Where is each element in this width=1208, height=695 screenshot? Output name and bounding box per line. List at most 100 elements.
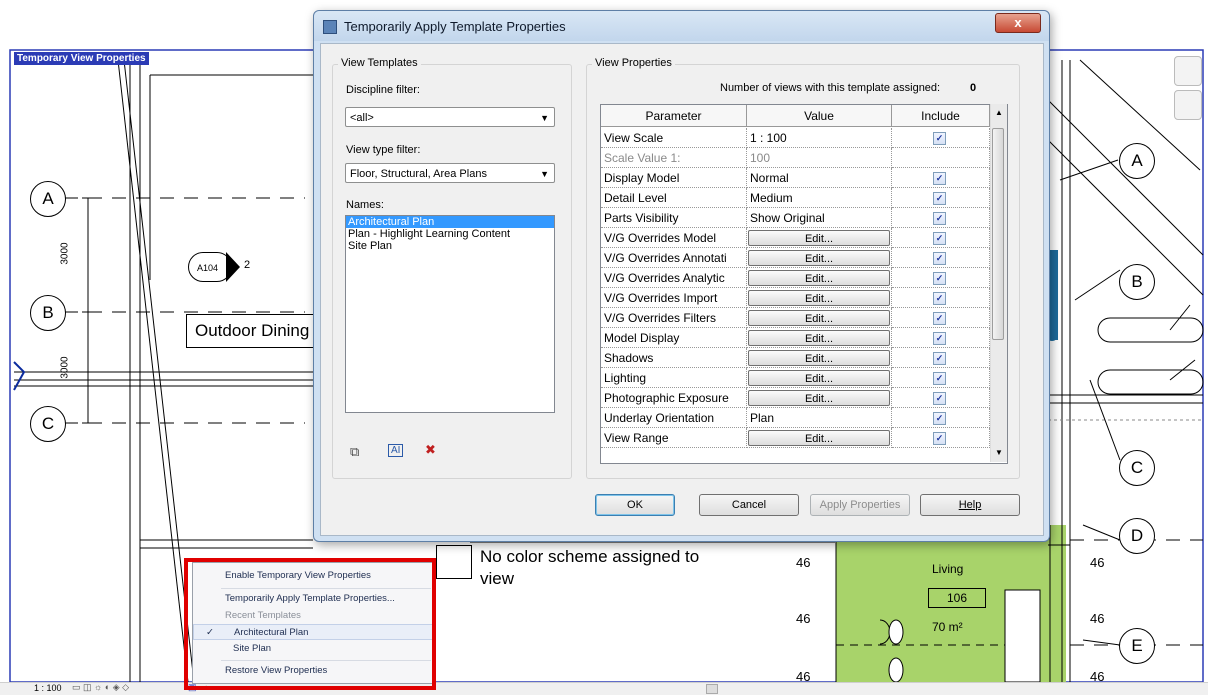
table-cell-value[interactable]: Plan: [747, 408, 892, 428]
hex-tag-4[interactable]: 46: [1090, 555, 1104, 570]
include-checkbox[interactable]: ✓: [933, 252, 946, 265]
edit-button[interactable]: Edit...: [748, 310, 890, 326]
hex-tag-1[interactable]: 46: [796, 555, 810, 570]
table-cell-parameter: Detail Level: [601, 188, 747, 208]
menu-item-recent-architectural[interactable]: ✓ Architectural Plan: [193, 624, 433, 640]
edit-button[interactable]: Edit...: [748, 230, 890, 246]
color-fill-legend-box[interactable]: [436, 545, 472, 579]
help-button[interactable]: Help: [920, 494, 1020, 516]
list-item-plan-highlight[interactable]: Plan - Highlight Learning Content: [346, 228, 554, 240]
dimension-text-1[interactable]: 3000: [60, 242, 71, 264]
table-cell-parameter: V/G Overrides Import: [601, 288, 747, 308]
grid-bubble-right-2[interactable]: B: [1119, 264, 1155, 300]
view-type-filter-select[interactable]: Floor, Structural, Area Plans ▼: [345, 163, 555, 183]
table-cell-parameter: View Range: [601, 428, 747, 448]
menu-header-recent: Recent Templates: [225, 610, 301, 621]
table-cell-parameter: Underlay Orientation: [601, 408, 747, 428]
table-cell-parameter: V/G Overrides Filters: [601, 308, 747, 328]
discipline-filter-select[interactable]: <all> ▼: [345, 107, 555, 127]
column-header-include[interactable]: Include: [892, 105, 990, 127]
menu-separator: [221, 660, 431, 661]
table-cell-include: [892, 148, 990, 168]
room-number[interactable]: 106: [928, 588, 986, 608]
menu-separator: [221, 588, 431, 589]
menu-item-restore[interactable]: Restore View Properties: [193, 663, 433, 679]
edit-button[interactable]: Edit...: [748, 250, 890, 266]
grid-bubble-left-1[interactable]: A: [30, 181, 66, 217]
navigation-bar[interactable]: [1174, 56, 1202, 120]
include-checkbox[interactable]: ✓: [933, 312, 946, 325]
table-cell-value[interactable]: Show Original: [747, 208, 892, 228]
grid-bubble-left-2[interactable]: B: [30, 295, 66, 331]
hex-tag-2[interactable]: 46: [796, 611, 810, 626]
list-item-site-plan[interactable]: Site Plan: [346, 240, 554, 252]
template-assigned-count-label: Number of views with this template assig…: [720, 82, 941, 94]
grid-bubble-right-5[interactable]: E: [1119, 628, 1155, 664]
include-checkbox[interactable]: ✓: [933, 332, 946, 345]
edit-button[interactable]: Edit...: [748, 270, 890, 286]
include-checkbox[interactable]: ✓: [933, 172, 946, 185]
edit-button[interactable]: Edit...: [748, 370, 890, 386]
edit-button[interactable]: Edit...: [748, 350, 890, 366]
scroll-down-icon[interactable]: ▼: [995, 448, 1003, 457]
scale-readout[interactable]: 1 : 100: [34, 683, 62, 693]
table-cell-value[interactable]: Medium: [747, 188, 892, 208]
delete-icon[interactable]: ✖: [425, 442, 436, 458]
dropdown-arrow-icon: ▼: [540, 113, 549, 123]
apply-properties-button[interactable]: Apply Properties: [810, 494, 910, 516]
view-templates-group-title: View Templates: [338, 57, 421, 69]
menu-item-recent-site-plan[interactable]: Site Plan: [193, 641, 433, 657]
room-name-living[interactable]: Living: [932, 562, 963, 576]
menu-item-enable-temporary[interactable]: Enable Temporary View Properties: [193, 568, 433, 584]
dimension-text-2[interactable]: 3000: [60, 356, 71, 378]
include-checkbox[interactable]: ✓: [933, 272, 946, 285]
section-arrow-icon: [226, 252, 240, 282]
edit-button[interactable]: Edit...: [748, 330, 890, 346]
include-checkbox[interactable]: ✓: [933, 232, 946, 245]
column-header-value[interactable]: Value: [747, 105, 892, 127]
scroll-up-icon[interactable]: ▲: [995, 108, 1003, 117]
include-checkbox[interactable]: ✓: [933, 192, 946, 205]
view-controls-icons[interactable]: ▭ ◫ ☼ ◐ ◈ ◇: [72, 682, 129, 693]
table-cell-value[interactable]: 100: [747, 148, 892, 168]
grid-bubble-right-3[interactable]: C: [1119, 450, 1155, 486]
include-checkbox[interactable]: ✓: [933, 392, 946, 405]
discipline-filter-value: <all>: [350, 112, 374, 124]
include-checkbox[interactable]: ✓: [933, 372, 946, 385]
steering-wheel-icon[interactable]: [1174, 56, 1202, 86]
edit-button[interactable]: Edit...: [748, 290, 890, 306]
table-cell-value[interactable]: Normal: [747, 168, 892, 188]
include-checkbox[interactable]: ✓: [933, 292, 946, 305]
table-cell-parameter: V/G Overrides Analytic: [601, 268, 747, 288]
table-scroll-thumb[interactable]: [992, 128, 1004, 340]
include-checkbox[interactable]: ✓: [933, 212, 946, 225]
table-cell-value[interactable]: 1 : 100: [747, 128, 892, 148]
include-checkbox[interactable]: ✓: [933, 412, 946, 425]
edit-button[interactable]: Edit...: [748, 430, 890, 446]
names-label: Names:: [346, 199, 384, 211]
grid-bubble-right-4[interactable]: D: [1119, 518, 1155, 554]
rename-icon[interactable]: AI: [388, 444, 404, 457]
edit-button[interactable]: Edit...: [748, 390, 890, 406]
view-title-tag: Temporary View Properties: [14, 52, 149, 65]
dialog-title: Temporarily Apply Template Properties: [344, 19, 566, 34]
menu-item-apply-template[interactable]: Temporarily Apply Template Properties...: [193, 591, 433, 607]
template-names-list[interactable]: Architectural Plan Plan - Highlight Lear…: [345, 215, 555, 413]
zoom-icon[interactable]: [1174, 90, 1202, 120]
hex-tag-5[interactable]: 46: [1090, 611, 1104, 626]
close-button[interactable]: x: [995, 13, 1041, 33]
horizontal-scroll-thumb[interactable]: [706, 684, 718, 694]
include-checkbox[interactable]: ✓: [933, 352, 946, 365]
dialog-title-bar[interactable]: Temporarily Apply Template Properties x: [314, 11, 1049, 41]
include-checkbox[interactable]: ✓: [933, 132, 946, 145]
column-header-parameter[interactable]: Parameter: [601, 105, 747, 127]
include-checkbox[interactable]: ✓: [933, 432, 946, 445]
table-cell-parameter: V/G Overrides Model: [601, 228, 747, 248]
list-item-architectural-plan[interactable]: Architectural Plan: [346, 216, 554, 228]
duplicate-icon[interactable]: ⧉: [350, 444, 359, 460]
ok-button[interactable]: OK: [595, 494, 675, 516]
cancel-button[interactable]: Cancel: [699, 494, 799, 516]
grid-bubble-left-3[interactable]: C: [30, 406, 66, 442]
grid-bubble-right-1[interactable]: A: [1119, 143, 1155, 179]
dropdown-arrow-icon: ▼: [540, 169, 549, 179]
